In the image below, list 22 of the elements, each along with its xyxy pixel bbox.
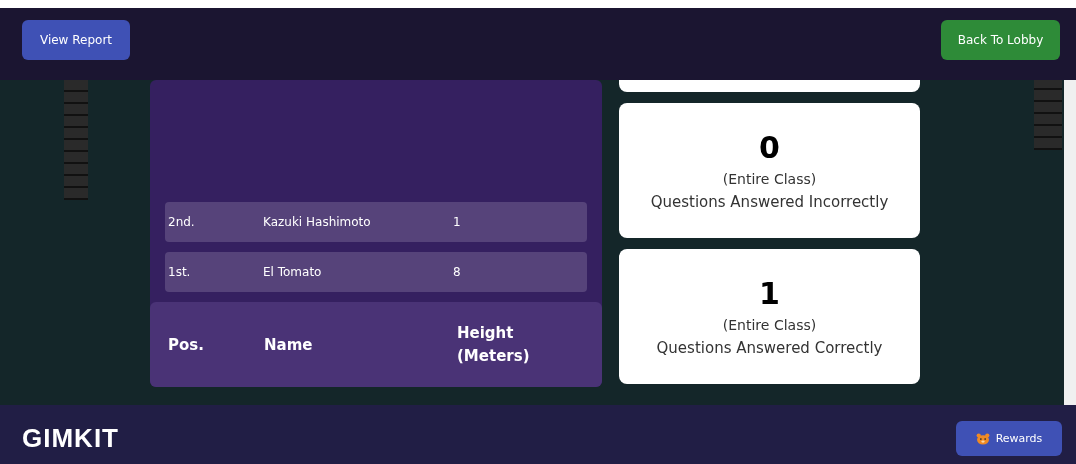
stat-value: 1 xyxy=(759,276,780,311)
card-subtitle: (Entire Class) xyxy=(722,317,817,333)
view-report-button[interactable]: View Report xyxy=(22,20,130,60)
scrollbar[interactable] xyxy=(1064,80,1076,405)
table-cell-text: 2nd. xyxy=(168,215,196,229)
stat-value: 0 xyxy=(759,130,780,165)
back-to-lobby-button[interactable]: Back To Lobby xyxy=(941,20,1060,60)
column-header: Height (Meters) xyxy=(457,323,531,367)
card-subtitle: (Entire Class) xyxy=(722,171,817,187)
card-title: Questions Answered Incorrectly xyxy=(650,193,889,211)
card-title: Questions Answered Correctly xyxy=(656,339,883,357)
table-cell-text: 1 xyxy=(453,215,462,229)
bear-icon xyxy=(975,432,990,445)
gimkit-logo[interactable]: GIMKIT xyxy=(22,423,119,454)
column-header: Pos. xyxy=(168,335,205,354)
table-cell-text: 1st. xyxy=(168,265,192,279)
brick-wall-drawing xyxy=(1034,80,1062,150)
column-header: Name xyxy=(264,335,314,354)
rewards-button[interactable]: Rewards xyxy=(956,421,1062,456)
table-cell-text: El Tomato xyxy=(263,265,323,279)
table-cell-text: 8 xyxy=(453,265,462,279)
table-cell-text: Kazuki Hashimoto xyxy=(263,215,372,229)
